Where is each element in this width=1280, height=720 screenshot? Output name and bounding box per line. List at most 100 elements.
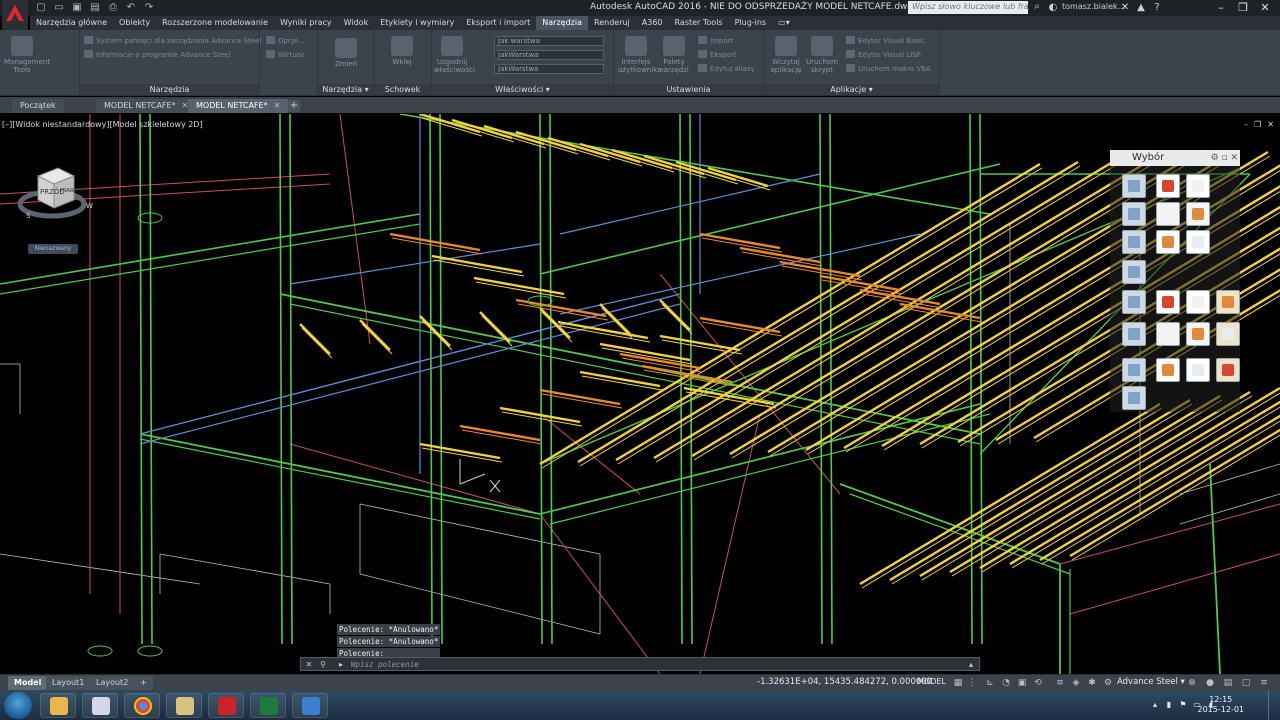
run-vba-macro-button[interactable]: Uruchom makro VBA [846,64,931,75]
weld-icon[interactable] [1156,358,1180,382]
redo-icon[interactable]: ↷ [142,1,156,15]
frame-select-icon[interactable] [1122,322,1146,346]
taskbar-app-autocad[interactable] [208,693,244,718]
clean-screen-icon[interactable]: ▢ [1240,677,1252,689]
exchange-icon[interactable]: ✕ [1118,1,1132,15]
system-clock[interactable]: 12:15 2015-12-01 [1198,695,1245,715]
i-section-icon[interactable] [1156,290,1180,314]
panel-title-tools-dropdown[interactable]: Narzędzia ▾ [318,84,373,95]
layout-tab-2[interactable]: Layout2 [90,676,135,690]
tab-document-1[interactable]: MODEL NETCAFE* ✕ [96,99,197,113]
save-as-icon[interactable]: ▤ [88,1,102,15]
taskbar-app-excel[interactable] [250,693,286,718]
isolate-objects-icon[interactable]: ● [1204,677,1216,689]
add-layout-icon[interactable]: + [134,676,153,690]
polar-icon[interactable]: ◔ [1000,677,1012,689]
restore-icon[interactable]: ❐ [1232,0,1254,16]
joint-green-icon[interactable] [1186,322,1210,346]
frame-icon[interactable] [1122,290,1146,314]
system-memory-button[interactable]: System pamięci dla zarządzania Advance S… [84,36,261,47]
beam-join-icon[interactable] [1156,202,1180,226]
tab-a360[interactable]: A360 [636,16,669,30]
zoom-object-icon[interactable] [1216,358,1240,382]
osnap-icon[interactable]: ▣ [1016,677,1028,689]
save-icon[interactable]: ▣ [70,1,84,15]
run-script-button[interactable]: Uruchom skrypt [804,34,840,82]
tab-labels-dimensions[interactable]: Etykiety i wymiary [374,16,460,30]
panel-title-applications[interactable]: Aplikacje ▾ [764,84,939,95]
ribbon-options-icon[interactable]: ▭▾ [772,16,796,30]
customization-icon[interactable]: ≡ [1258,677,1270,689]
model-space-button[interactable]: MODEL [915,677,948,686]
tab-plugins[interactable]: Plug-ins [729,16,773,30]
undo-icon[interactable]: ↶ [124,1,138,15]
search-structure-icon[interactable] [1122,230,1146,254]
edit-aliases-button[interactable]: Edytuj aliasy [698,64,755,75]
color-select[interactable]: Jak warstwa [494,36,604,46]
grid-icon[interactable]: ▦ [952,677,964,689]
help-icon[interactable]: ? [1150,1,1164,15]
layout-tab-model[interactable]: Model [8,676,48,690]
lineweight-select[interactable]: JakWarstwa [494,64,604,74]
binoculars-icon[interactable]: ⌕ [1030,1,1044,15]
plate-icon[interactable] [1216,290,1240,314]
tab-start[interactable]: Początek [12,99,64,113]
hardware-acceleration-icon[interactable]: ▤ [1222,677,1234,689]
lineweight-icon[interactable]: ≡ [1054,677,1066,689]
i-beam-icon[interactable] [1186,230,1210,254]
command-input[interactable] [351,659,951,670]
taskbar-app-folder[interactable] [40,693,76,718]
tab-objects[interactable]: Obiekty [113,16,156,30]
viewport-restore-icon[interactable]: ❐ [1254,120,1261,129]
paste-button[interactable]: Wklej [384,34,420,82]
tab-export-import[interactable]: Eksport i import [460,16,536,30]
joint-icon[interactable] [1156,322,1180,346]
start-button[interactable] [4,692,32,719]
palette-header-icons[interactable]: ⚙ ▫ ✕ [1211,150,1238,166]
application-menu-button[interactable] [2,0,28,30]
panel-title-properties[interactable]: Właściwości ▾ [432,84,613,95]
taskbar-app-chrome[interactable] [124,693,160,718]
tab-home[interactable]: Narzędzia główne [30,16,113,30]
load-application-button[interactable]: Wczytaj aplikację [768,34,804,82]
line-select-icon[interactable] [1122,260,1146,284]
taskbar-app-explorer[interactable] [166,693,202,718]
new-file-icon[interactable]: ▢ [34,1,48,15]
change-button[interactable]: Zmień [328,36,364,84]
ortho-icon[interactable]: ⊾ [984,677,996,689]
palettes-button[interactable]: Palety narzędzi [656,34,692,82]
close-icon[interactable]: ✕ [1254,0,1276,16]
drawing-viewport[interactable]: [–][Widok niestandardowy][Model szkielet… [0,114,1280,674]
tab-extended-modeling[interactable]: Rozszerzone modelowanie [156,16,274,30]
coordinates-readout[interactable]: -1.32631E+04, 15435.484272, 0.000000 [757,677,932,687]
vba-editor-button[interactable]: Edytor Visual Basic [846,36,925,47]
customize-icon[interactable]: ⚲ [317,659,329,670]
viewcube[interactable]: PRZÓD PRAWY W S [14,164,94,224]
command-history-toggle-icon[interactable]: ▴ [965,659,977,670]
transparency-icon[interactable]: ◈ [1070,677,1082,689]
new-tab-icon[interactable]: + [288,100,300,112]
tab-output[interactable]: Wyniki pracy [274,16,338,30]
user-name[interactable]: tomasz.bialek... [1062,2,1125,11]
tray-flag-icon[interactable]: ⚑ [1178,700,1188,710]
workspace-switcher[interactable]: Advance Steel ▾ [1117,677,1185,687]
a360-icon[interactable]: ▲ [1134,1,1148,15]
minimize-icon[interactable]: – [1210,0,1232,16]
palette-header[interactable]: Wybór ⚙ ▫ ✕ [1110,150,1240,166]
search-input[interactable]: Wpisz słowo kluczowe lub frazę [908,1,1028,14]
workspace-icon[interactable]: ⚙ [1102,677,1114,689]
tray-arrow-icon[interactable]: ▴ [1150,700,1160,710]
plot-icon[interactable]: ⎙ [106,1,120,15]
about-button[interactable]: Informacje o programie Advance Steel [84,50,230,61]
options-button[interactable]: Opcje... [266,36,305,47]
otrack-icon[interactable]: ⟲ [1032,677,1044,689]
taskbar-app-paint[interactable] [82,693,118,718]
layer-select-icon[interactable] [1122,386,1146,410]
delete-beam-icon[interactable] [1156,230,1180,254]
viewport-close-icon[interactable]: ✕ [1267,120,1274,129]
grid-select-icon[interactable] [1122,358,1146,382]
management-tools-button[interactable]: Management Tools [4,34,50,82]
match-properties-button[interactable]: Uzgodnij właściwości [434,34,475,82]
tools-icon[interactable] [1122,202,1146,226]
close-command-line-icon[interactable]: ✕ [303,659,315,670]
